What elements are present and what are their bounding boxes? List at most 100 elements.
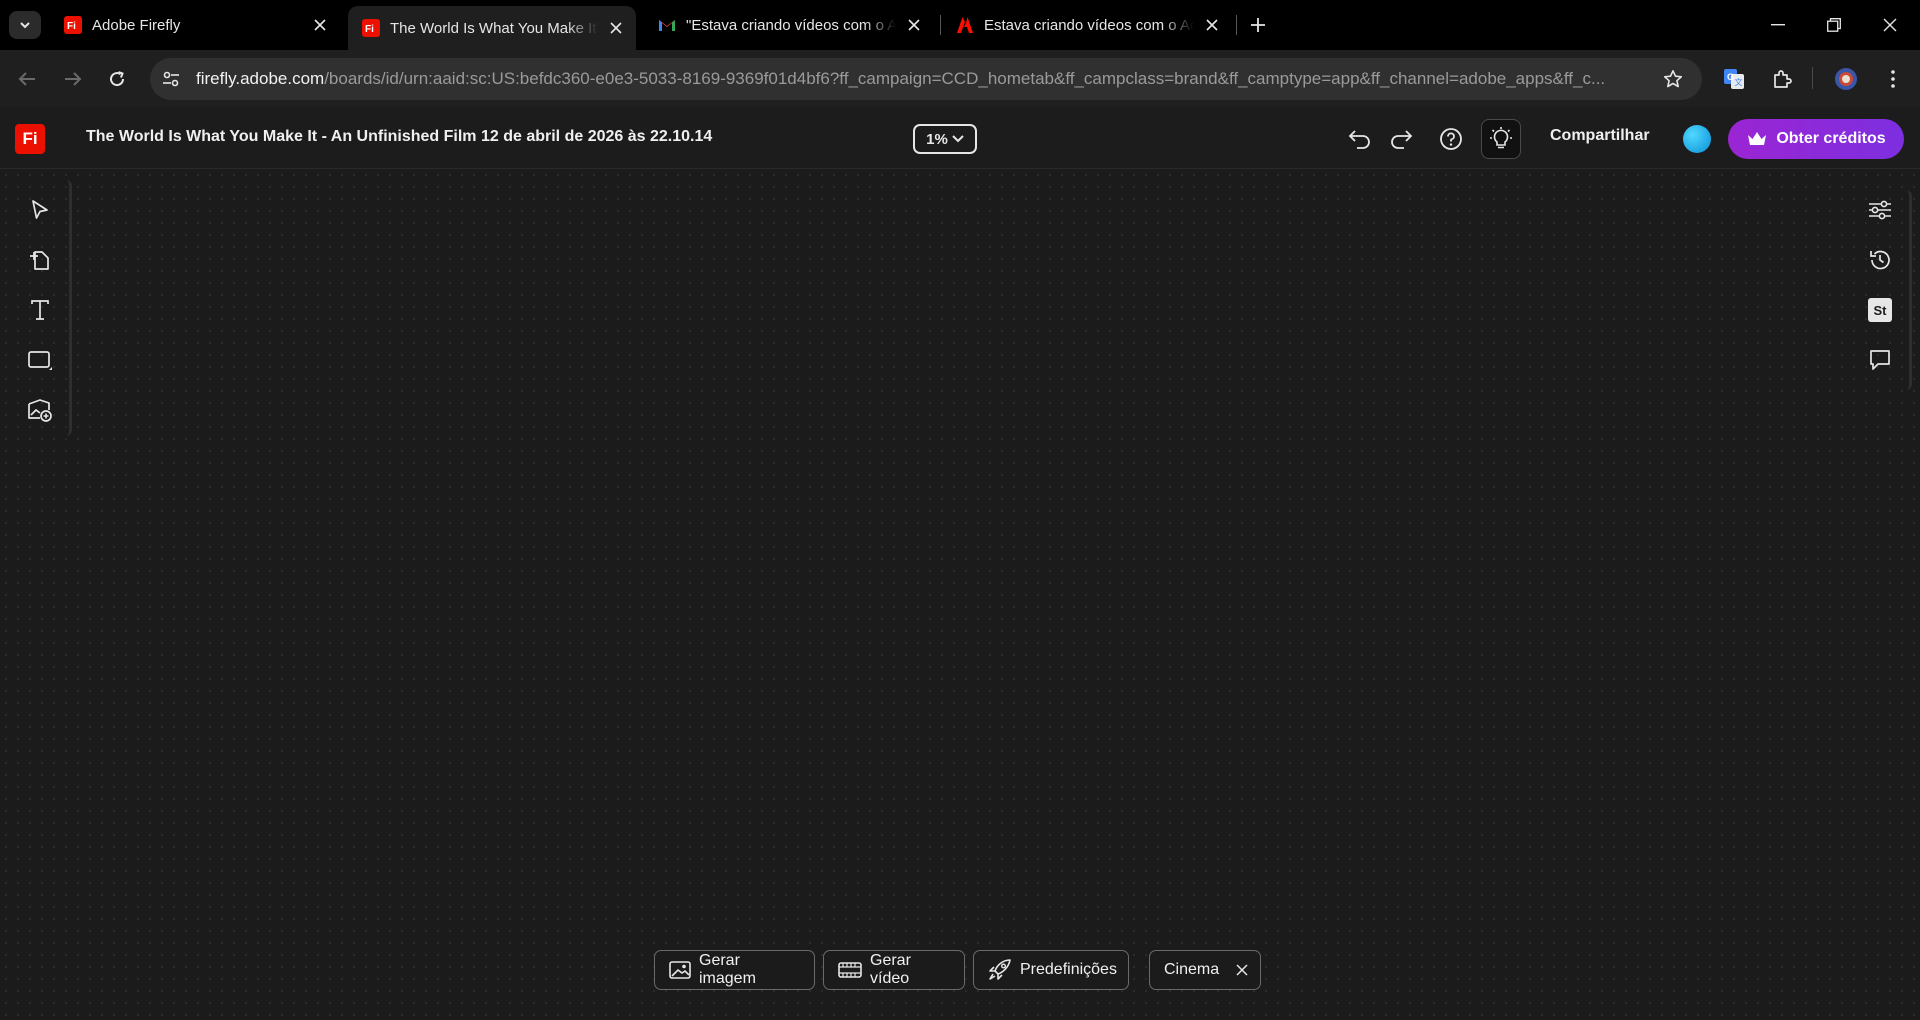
profile-avatar-icon: [1835, 68, 1857, 90]
gmail-icon: [658, 16, 676, 34]
add-frame-icon: [30, 251, 49, 270]
help-button[interactable]: [1434, 122, 1468, 156]
rocket-icon: [989, 959, 1011, 980]
google-translate-extension[interactable]: G文: [1717, 62, 1751, 96]
tab-adobe-firefly[interactable]: Fi Adobe Firefly: [50, 6, 340, 44]
profile-button[interactable]: [1829, 62, 1863, 96]
cinema-label: Cinema: [1164, 961, 1220, 978]
sliders-icon: [1869, 200, 1891, 220]
get-credits-button[interactable]: Obter créditos: [1728, 119, 1904, 159]
back-button[interactable]: [10, 62, 44, 96]
generate-video-button[interactable]: Gerar vídeo: [823, 950, 965, 990]
translate-icon: G文: [1724, 69, 1744, 89]
adobe-icon: [956, 16, 974, 34]
board-canvas[interactable]: [0, 169, 1920, 1020]
tab-title: The World Is What You Make It: [390, 19, 597, 37]
stock-icon: St: [1868, 298, 1892, 322]
chevron-down-icon: [952, 135, 964, 143]
help-icon: [1440, 128, 1462, 150]
close-icon: [1236, 964, 1248, 976]
svg-text:Fi: Fi: [365, 24, 374, 35]
add-image-tool-button[interactable]: [20, 390, 60, 430]
forward-button[interactable]: [56, 62, 90, 96]
comments-button[interactable]: [1860, 340, 1900, 380]
undo-button[interactable]: [1343, 122, 1377, 156]
remove-preset-button[interactable]: [1236, 964, 1248, 976]
arrow-left-icon: [18, 72, 35, 86]
presets-button[interactable]: Predefinições: [973, 950, 1129, 990]
tab-search-button[interactable]: [9, 11, 41, 39]
pointer-icon: [32, 200, 48, 219]
url-host: firefly.adobe.com: [196, 69, 325, 88]
comment-icon: [1870, 350, 1890, 370]
address-bar[interactable]: firefly.adobe.com/boards/id/urn:aaid:sc:…: [150, 58, 1702, 100]
generate-video-label: Gerar vídeo: [870, 952, 911, 987]
tab-separator: [1236, 15, 1237, 35]
app-header: Fi The World Is What You Make It - An Un…: [0, 107, 1920, 169]
theme-toggle-button[interactable]: [1481, 119, 1521, 159]
new-tab-button[interactable]: [1244, 11, 1272, 39]
get-credits-label: Obter créditos: [1776, 130, 1886, 147]
close-window-button[interactable]: [1862, 0, 1918, 50]
undo-icon: [1348, 130, 1370, 149]
star-icon: [1663, 70, 1683, 88]
close-tab-icon[interactable]: [1202, 15, 1222, 35]
share-button[interactable]: Compartilhar: [1550, 127, 1650, 145]
text-icon: [31, 300, 49, 320]
browser-tab-strip: Fi Adobe Firefly Fi The World Is What Yo…: [0, 0, 1920, 50]
shape-tool-button[interactable]: [20, 340, 60, 380]
film-icon: [838, 962, 862, 978]
toolbar-separator: [1812, 67, 1813, 89]
url-text[interactable]: firefly.adobe.com/boards/id/urn:aaid:sc:…: [196, 69, 1636, 89]
minimize-icon: [1771, 24, 1785, 26]
bookmark-button[interactable]: [1656, 62, 1690, 96]
firefly-logo[interactable]: Fi: [15, 124, 45, 154]
restore-button[interactable]: [1806, 0, 1862, 50]
generate-image-label: Gerar imagem: [699, 952, 756, 987]
restore-icon: [1827, 18, 1841, 32]
redo-icon: [1391, 130, 1413, 149]
text-tool-button[interactable]: [20, 290, 60, 330]
select-tool-button[interactable]: [20, 190, 60, 230]
extensions-button[interactable]: [1765, 62, 1799, 96]
redo-button[interactable]: [1384, 122, 1418, 156]
tab-separator: [940, 15, 941, 35]
close-tab-icon[interactable]: [606, 18, 626, 38]
generate-image-button[interactable]: Gerar imagem: [654, 950, 815, 990]
stock-button[interactable]: St: [1860, 290, 1900, 330]
user-avatar[interactable]: [1683, 125, 1711, 153]
image-icon: [669, 961, 691, 979]
firefly-icon: Fi: [64, 16, 82, 34]
firefly-icon: Fi: [362, 19, 380, 37]
adjustments-button[interactable]: [1860, 190, 1900, 230]
zoom-value: 1%: [926, 130, 948, 148]
reload-button[interactable]: [100, 62, 134, 96]
document-title[interactable]: The World Is What You Make It - An Unfin…: [86, 128, 712, 146]
tab-gmail[interactable]: "Estava criando vídeos com o Ad: [644, 6, 934, 44]
minimize-button[interactable]: [1750, 0, 1806, 50]
left-toolbar: [16, 180, 72, 436]
history-button[interactable]: [1860, 240, 1900, 280]
site-info-button[interactable]: [154, 62, 188, 96]
close-tab-icon[interactable]: [310, 15, 330, 35]
url-path: /boards/id/urn:aaid:sc:US:befdc360-e0e3-…: [324, 69, 1606, 88]
close-tab-icon[interactable]: [904, 15, 924, 35]
tab-world-is-what-you-make-it[interactable]: Fi The World Is What You Make It: [348, 6, 636, 50]
history-icon: [1870, 250, 1890, 270]
browser-menu-button[interactable]: [1876, 62, 1910, 96]
svg-text:文: 文: [1735, 77, 1743, 87]
tab-adobe[interactable]: Estava criando vídeos com o Ad: [942, 6, 1232, 44]
puzzle-icon: [1774, 70, 1792, 88]
browser-toolbar: firefly.adobe.com/boards/id/urn:aaid:sc:…: [0, 50, 1920, 107]
cinema-preset-chip[interactable]: Cinema: [1149, 950, 1261, 990]
right-toolbar: St: [1856, 190, 1912, 390]
svg-text:G: G: [1727, 72, 1734, 82]
more-vertical-icon: [1891, 70, 1895, 88]
tab-title: "Estava criando vídeos com o Ad: [686, 16, 896, 34]
zoom-dropdown[interactable]: 1%: [913, 124, 977, 154]
rectangle-icon: [28, 351, 52, 370]
tab-title: Estava criando vídeos com o Ad: [984, 16, 1194, 34]
frame-tool-button[interactable]: [20, 240, 60, 280]
plus-icon: [1251, 18, 1265, 32]
site-settings-icon: [163, 71, 179, 87]
